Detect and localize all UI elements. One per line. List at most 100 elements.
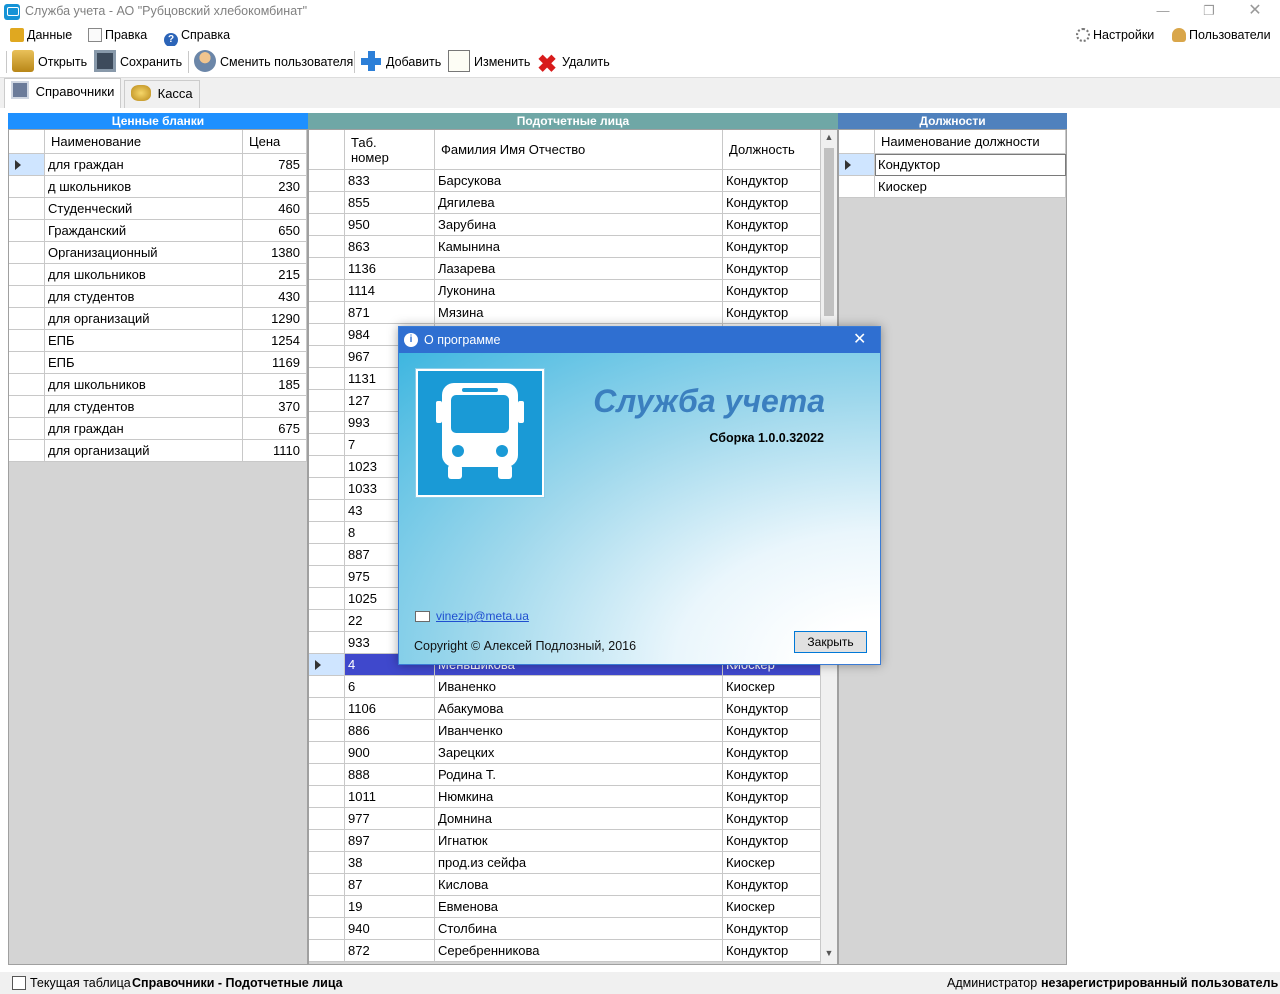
row-header[interactable] <box>309 940 345 962</box>
person-position-cell[interactable]: Кондуктор <box>723 742 821 764</box>
person-num-cell[interactable]: 940 <box>345 918 435 940</box>
person-position-cell[interactable]: Киоскер <box>723 896 821 918</box>
row-header[interactable] <box>9 440 45 462</box>
person-position-cell[interactable]: Кондуктор <box>723 698 821 720</box>
row-header[interactable] <box>309 786 345 808</box>
menu-edit[interactable]: Правка <box>88 24 147 46</box>
row-header[interactable] <box>9 242 45 264</box>
blanks-col-name[interactable]: Наименование <box>45 130 243 154</box>
person-name-cell[interactable]: Лазарева <box>435 258 723 280</box>
person-position-cell[interactable]: Кондуктор <box>723 258 821 280</box>
blank-name-cell[interactable]: для студентов <box>45 396 243 418</box>
persons-col-position[interactable]: Должность <box>723 130 821 170</box>
person-name-cell[interactable]: Родина Т. <box>435 764 723 786</box>
row-header[interactable] <box>9 308 45 330</box>
position-name-cell[interactable]: Киоскер <box>875 176 1066 198</box>
person-position-cell[interactable]: Кондуктор <box>723 214 821 236</box>
row-header[interactable] <box>309 412 345 434</box>
scroll-up-icon[interactable]: ▲ <box>821 132 837 146</box>
blank-price-cell[interactable]: 215 <box>243 264 307 286</box>
person-num-cell[interactable]: 1011 <box>345 786 435 808</box>
blank-price-cell[interactable]: 185 <box>243 374 307 396</box>
email-link[interactable]: vinezip@meta.ua <box>436 609 529 623</box>
row-header[interactable] <box>309 610 345 632</box>
person-position-cell[interactable]: Кондуктор <box>723 280 821 302</box>
person-position-cell[interactable]: Кондуктор <box>723 764 821 786</box>
row-header[interactable] <box>309 720 345 742</box>
row-header[interactable] <box>309 456 345 478</box>
row-header[interactable] <box>309 192 345 214</box>
person-name-cell[interactable]: Иванченко <box>435 720 723 742</box>
menu-data[interactable]: Данные <box>10 24 72 46</box>
person-position-cell[interactable]: Кондуктор <box>723 720 821 742</box>
dialog-close-button[interactable]: Закрыть <box>794 631 867 653</box>
row-header[interactable] <box>839 176 875 198</box>
person-position-cell[interactable]: Кондуктор <box>723 170 821 192</box>
row-header[interactable] <box>309 632 345 654</box>
blank-name-cell[interactable]: для школьников <box>45 374 243 396</box>
person-position-cell[interactable]: Кондуктор <box>723 786 821 808</box>
position-name-cell[interactable]: Кондуктор <box>875 154 1066 176</box>
person-name-cell[interactable]: Серебренникова <box>435 940 723 962</box>
menu-users[interactable]: Пользователи <box>1172 24 1271 46</box>
person-name-cell[interactable]: Кислова <box>435 874 723 896</box>
blank-name-cell[interactable]: для граждан <box>45 418 243 440</box>
row-header[interactable] <box>309 390 345 412</box>
row-header[interactable] <box>309 742 345 764</box>
blank-name-cell[interactable]: ЕПБ <box>45 352 243 374</box>
person-name-cell[interactable]: Иваненко <box>435 676 723 698</box>
person-num-cell[interactable]: 1136 <box>345 258 435 280</box>
scroll-thumb[interactable] <box>824 148 834 316</box>
scroll-down-icon[interactable]: ▼ <box>821 948 837 962</box>
tab-reference[interactable]: Справочники <box>4 78 122 108</box>
dialog-close-icon[interactable]: ✕ <box>853 327 866 353</box>
person-num-cell[interactable]: 6 <box>345 676 435 698</box>
person-position-cell[interactable]: Кондуктор <box>723 236 821 258</box>
person-num-cell[interactable]: 87 <box>345 874 435 896</box>
blank-price-cell[interactable]: 460 <box>243 198 307 220</box>
row-header[interactable] <box>309 566 345 588</box>
person-num-cell[interactable]: 871 <box>345 302 435 324</box>
add-button[interactable]: Добавить <box>360 46 441 78</box>
blank-price-cell[interactable]: 785 <box>243 154 307 176</box>
row-header[interactable] <box>9 374 45 396</box>
person-num-cell[interactable]: 863 <box>345 236 435 258</box>
row-header[interactable] <box>9 154 45 176</box>
row-header[interactable] <box>309 588 345 610</box>
row-header[interactable] <box>309 522 345 544</box>
row-header[interactable] <box>309 324 345 346</box>
person-name-cell[interactable]: Нюмкина <box>435 786 723 808</box>
edit-button[interactable]: Изменить <box>448 46 530 78</box>
row-header[interactable] <box>309 918 345 940</box>
person-name-cell[interactable]: Луконина <box>435 280 723 302</box>
person-name-cell[interactable]: Абакумова <box>435 698 723 720</box>
delete-button[interactable]: ✖ Удалить <box>536 46 610 78</box>
row-header[interactable] <box>9 352 45 374</box>
row-header[interactable] <box>309 236 345 258</box>
blank-price-cell[interactable]: 1110 <box>243 440 307 462</box>
blank-name-cell[interactable]: Гражданский <box>45 220 243 242</box>
save-button[interactable]: Сохранить <box>94 46 182 78</box>
person-name-cell[interactable]: Мязина <box>435 302 723 324</box>
person-name-cell[interactable]: Зарецких <box>435 742 723 764</box>
person-num-cell[interactable]: 855 <box>345 192 435 214</box>
person-position-cell[interactable]: Кондуктор <box>723 830 821 852</box>
menu-help[interactable]: ? Справка <box>164 24 230 47</box>
person-num-cell[interactable]: 888 <box>345 764 435 786</box>
person-num-cell[interactable]: 1114 <box>345 280 435 302</box>
row-header[interactable] <box>309 170 345 192</box>
blank-price-cell[interactable]: 650 <box>243 220 307 242</box>
person-num-cell[interactable]: 950 <box>345 214 435 236</box>
person-num-cell[interactable]: 897 <box>345 830 435 852</box>
person-position-cell[interactable]: Киоскер <box>723 852 821 874</box>
person-num-cell[interactable]: 872 <box>345 940 435 962</box>
row-header[interactable] <box>309 214 345 236</box>
row-header[interactable] <box>309 698 345 720</box>
restore-icon[interactable]: ❐ <box>1186 0 1232 24</box>
person-name-cell[interactable]: Камынина <box>435 236 723 258</box>
blank-name-cell[interactable]: Организационный <box>45 242 243 264</box>
row-header[interactable] <box>309 896 345 918</box>
blanks-grid[interactable]: Наименование Цена для граждан 785 д школьн… <box>8 129 308 965</box>
row-header[interactable] <box>309 258 345 280</box>
row-header[interactable] <box>309 830 345 852</box>
